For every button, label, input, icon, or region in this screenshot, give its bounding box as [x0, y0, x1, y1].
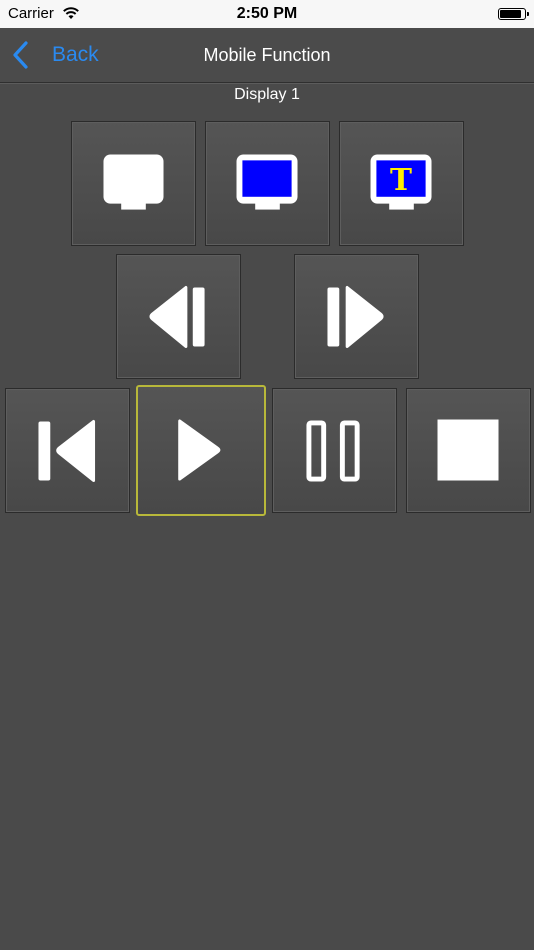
stop-icon: [437, 419, 499, 481]
step-backward-button[interactable]: [116, 254, 241, 379]
play-button[interactable]: [136, 385, 266, 516]
monitor-white-icon: [103, 154, 164, 210]
pause-icon: [306, 420, 360, 482]
skip-to-start-icon: [38, 419, 96, 482]
page-title: Mobile Function: [203, 45, 331, 65]
step-forward-icon: [327, 285, 384, 348]
navigation-bar: Back Mobile Function: [0, 28, 534, 83]
display-text-glyph: T: [390, 162, 412, 197]
skip-to-start-button[interactable]: [5, 388, 130, 513]
monitor-text-icon: T: [370, 154, 432, 210]
step-backward-icon: [149, 285, 205, 348]
status-time: 2:50 PM: [236, 5, 298, 22]
display-text-button[interactable]: T: [339, 121, 464, 246]
pause-button[interactable]: [272, 388, 397, 513]
status-bar: Carrier 2:50 PM: [0, 0, 534, 28]
display-off-button[interactable]: [71, 121, 196, 246]
stop-button[interactable]: [406, 388, 531, 513]
monitor-blue-icon: [236, 154, 298, 210]
play-icon: [178, 419, 221, 481]
display-blue-button[interactable]: [205, 121, 330, 246]
battery-level: [500, 10, 522, 18]
step-forward-button[interactable]: [294, 254, 419, 379]
battery-icon: [498, 8, 529, 20]
display-label: Display 1: [234, 86, 300, 103]
